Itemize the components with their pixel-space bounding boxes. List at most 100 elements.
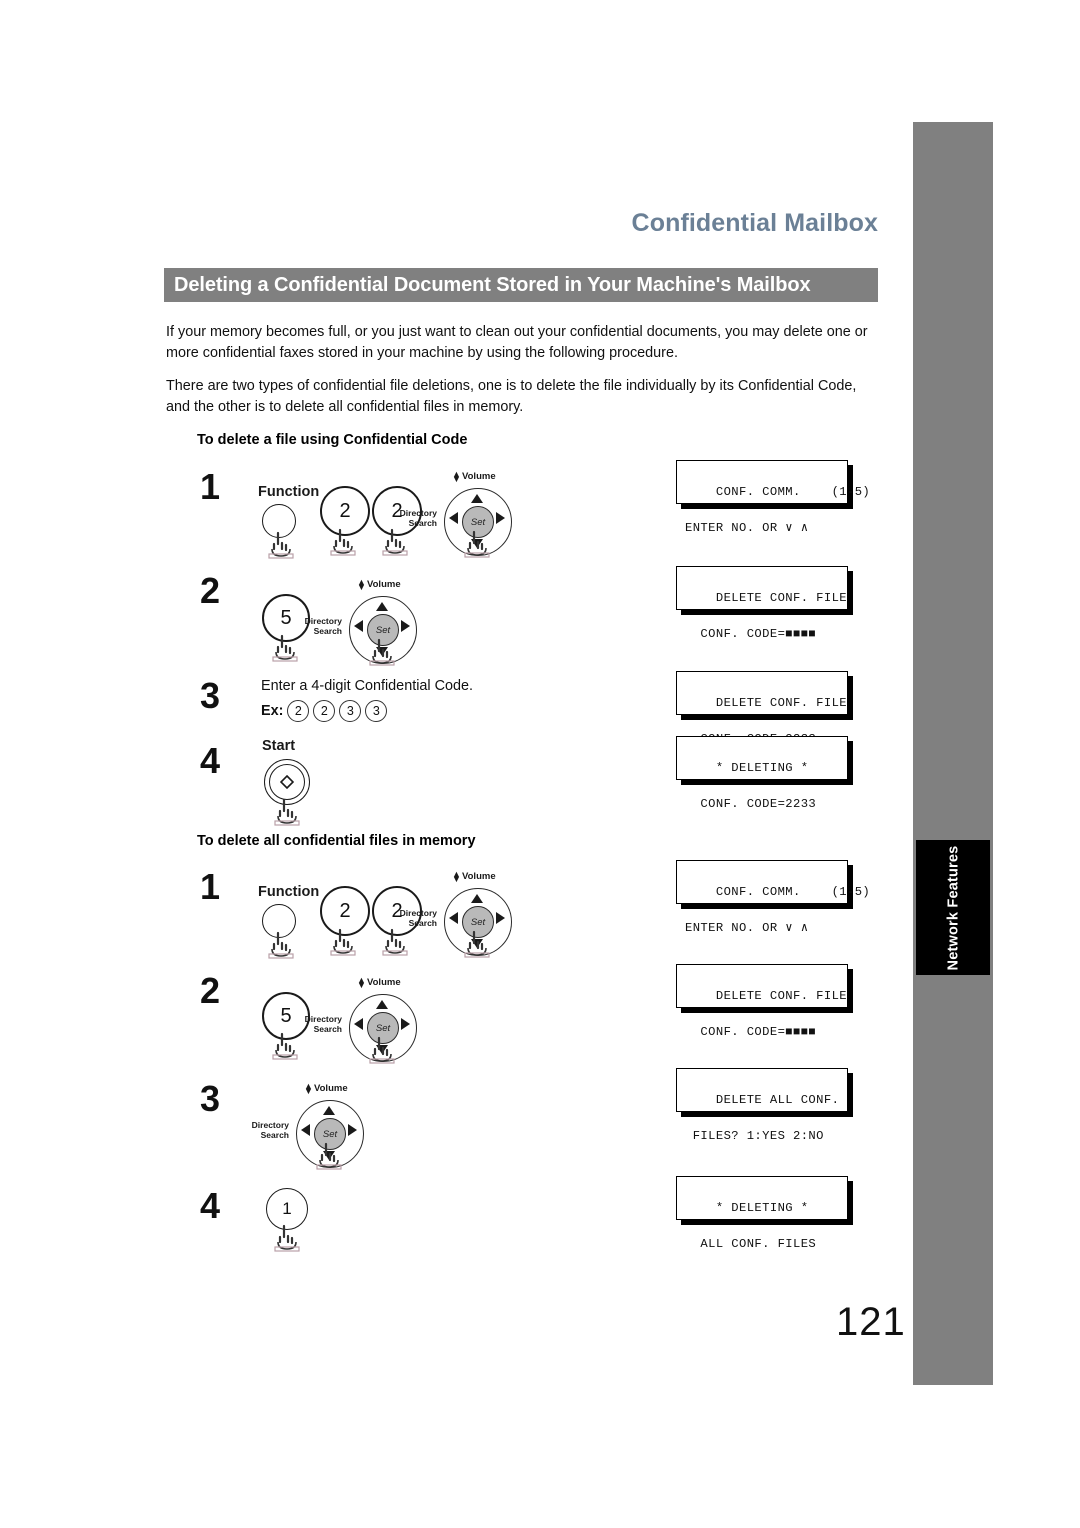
arrow-right-icon[interactable] bbox=[401, 620, 410, 632]
finger-icon bbox=[316, 1142, 342, 1170]
lcd-line-2: ENTER NO. OR ∨ ∧ bbox=[685, 521, 809, 535]
lcd-display: * DELETING * ALL CONF. FILES bbox=[676, 1176, 848, 1251]
finger-icon bbox=[330, 528, 356, 556]
volume-label: Volume bbox=[462, 471, 496, 482]
example-digit: 3 bbox=[339, 700, 362, 722]
lcd-display: * DELETING * CONF. CODE=2233 bbox=[676, 736, 848, 811]
finger-icon bbox=[369, 1036, 395, 1064]
example-code-row: Ex: 2 2 3 3 bbox=[261, 700, 388, 722]
lcd-line-2: FILES? 1:YES 2:NO bbox=[685, 1129, 824, 1143]
lcd-display: CONF. COMM. (1-5) ENTER NO. OR ∨ ∧ bbox=[676, 860, 870, 935]
arrow-up-icon[interactable] bbox=[471, 494, 483, 503]
navigation-pad[interactable]: ▲ ▼ Volume Directory Search Set bbox=[305, 578, 419, 666]
directory-search-label: Directory Search bbox=[399, 908, 437, 928]
arrow-up-icon[interactable] bbox=[471, 894, 483, 903]
function-key-label: Function bbox=[258, 884, 320, 900]
arrow-right-icon[interactable] bbox=[348, 1124, 357, 1136]
finger-icon bbox=[369, 638, 395, 666]
volume-arrows-icon: ▲ ▼ bbox=[304, 1081, 313, 1096]
chapter-tab: Network Features bbox=[916, 840, 990, 975]
lcd-line-2: ALL CONF. FILES bbox=[685, 1237, 817, 1251]
start-key-label: Start bbox=[262, 738, 296, 754]
lcd-line-2: ENTER NO. OR ∨ ∧ bbox=[685, 921, 809, 935]
volume-arrows-icon: ▲ ▼ bbox=[452, 869, 461, 884]
finger-icon bbox=[382, 528, 408, 556]
finger-icon bbox=[268, 531, 294, 559]
lcd-line-1: * DELETING * bbox=[715, 761, 809, 775]
directory-search-label: Directory Search bbox=[304, 1014, 342, 1034]
lcd-line-1: DELETE CONF. FILE bbox=[715, 696, 847, 710]
volume-label: Volume bbox=[462, 871, 496, 882]
arrow-right-icon[interactable] bbox=[496, 912, 505, 924]
section-banner: Deleting a Confidential Document Stored … bbox=[164, 268, 878, 302]
section-one-heading: To delete a file using Confidential Code bbox=[197, 432, 468, 448]
lcd-line-1: DELETE CONF. FILE bbox=[715, 591, 847, 605]
navigation-pad[interactable]: ▲ ▼ Volume Directory Search Set bbox=[252, 1082, 366, 1170]
finger-icon bbox=[272, 1032, 298, 1060]
manual-page: Network Features Confidential Mailbox De… bbox=[0, 0, 1080, 1528]
lcd-line-2: CONF. CODE=■■■■ bbox=[685, 627, 817, 641]
lcd-display: DELETE CONF. FILE CONF. CODE=2233 bbox=[676, 671, 848, 746]
volume-label: Volume bbox=[314, 1083, 348, 1094]
navigation-pad[interactable]: ▲ ▼ Volume Directory Search Set bbox=[400, 870, 514, 958]
example-digit: 2 bbox=[313, 700, 336, 722]
section-banner-label: Deleting a Confidential Document Stored … bbox=[174, 273, 811, 296]
volume-label: Volume bbox=[367, 579, 401, 590]
arrow-left-icon[interactable] bbox=[449, 912, 458, 924]
intro-paragraph-1: If your memory becomes full, or you just… bbox=[166, 324, 868, 361]
lcd-display: CONF. COMM. (1-5) ENTER NO. OR ∨ ∧ bbox=[676, 460, 870, 535]
lcd-line-2: CONF. CODE=■■■■ bbox=[685, 1025, 817, 1039]
diamond-icon bbox=[280, 775, 294, 789]
lcd-display: DELETE CONF. FILE CONF. CODE=■■■■ bbox=[676, 566, 848, 641]
arrow-left-icon[interactable] bbox=[301, 1124, 310, 1136]
arrow-up-icon[interactable] bbox=[376, 1000, 388, 1009]
lcd-line-1: CONF. COMM. (1-5) bbox=[715, 485, 871, 499]
lcd-line-1: * DELETING * bbox=[715, 1201, 809, 1215]
arrow-left-icon[interactable] bbox=[354, 1018, 363, 1030]
arrow-right-icon[interactable] bbox=[401, 1018, 410, 1030]
finger-icon bbox=[268, 931, 294, 959]
finger-icon bbox=[272, 634, 298, 662]
example-label: Ex: bbox=[261, 703, 284, 719]
volume-arrows-icon: ▲ ▼ bbox=[452, 469, 461, 484]
side-strip bbox=[913, 122, 993, 1385]
volume-arrows-icon: ▲ ▼ bbox=[357, 577, 366, 592]
lcd-line-1: CONF. COMM. (1-5) bbox=[715, 885, 871, 899]
lcd-line-1: DELETE CONF. FILE bbox=[715, 989, 847, 1003]
step-number: 4 bbox=[199, 1185, 221, 1226]
arrow-up-icon[interactable] bbox=[376, 602, 388, 611]
section-two-heading: To delete all confidential files in memo… bbox=[197, 833, 476, 849]
example-digit: 3 bbox=[365, 700, 388, 722]
arrow-right-icon[interactable] bbox=[496, 512, 505, 524]
directory-search-label: Directory Search bbox=[399, 508, 437, 528]
volume-label: Volume bbox=[367, 977, 401, 988]
step-number: 2 bbox=[199, 970, 221, 1011]
navigation-pad[interactable]: ▲ ▼ Volume Directory Search Set bbox=[305, 976, 419, 1064]
arrow-left-icon[interactable] bbox=[449, 512, 458, 524]
example-digit: 2 bbox=[287, 700, 310, 722]
finger-icon bbox=[274, 1224, 300, 1252]
finger-icon bbox=[464, 530, 490, 558]
finger-icon bbox=[382, 928, 408, 956]
intro-paragraph-2: There are two types of confidential file… bbox=[166, 378, 857, 415]
finger-icon bbox=[464, 930, 490, 958]
chapter-tab-label: Network Features bbox=[945, 845, 962, 970]
page-title: Confidential Mailbox bbox=[631, 209, 878, 237]
volume-arrows-icon: ▲ ▼ bbox=[357, 975, 366, 990]
step-number: 3 bbox=[199, 1078, 221, 1119]
finger-icon bbox=[274, 798, 300, 826]
directory-search-label: Directory Search bbox=[251, 1120, 289, 1140]
step-instruction-text: Enter a 4-digit Confidential Code. bbox=[261, 678, 473, 694]
lcd-line-2: CONF. CODE=2233 bbox=[685, 797, 817, 811]
arrow-left-icon[interactable] bbox=[354, 620, 363, 632]
lcd-display: DELETE CONF. FILE CONF. CODE=■■■■ bbox=[676, 964, 848, 1039]
navigation-pad[interactable]: ▲ ▼ Volume Directory Search Set bbox=[400, 470, 514, 558]
lcd-display: DELETE ALL CONF. FILES? 1:YES 2:NO bbox=[676, 1068, 848, 1143]
function-key-label: Function bbox=[258, 484, 320, 500]
finger-icon bbox=[330, 928, 356, 956]
arrow-up-icon[interactable] bbox=[323, 1106, 335, 1115]
page-number: 121 bbox=[836, 1300, 906, 1344]
step-number: 3 bbox=[199, 675, 221, 716]
step-number: 1 bbox=[199, 466, 221, 507]
lcd-line-1: DELETE ALL CONF. bbox=[715, 1093, 840, 1107]
